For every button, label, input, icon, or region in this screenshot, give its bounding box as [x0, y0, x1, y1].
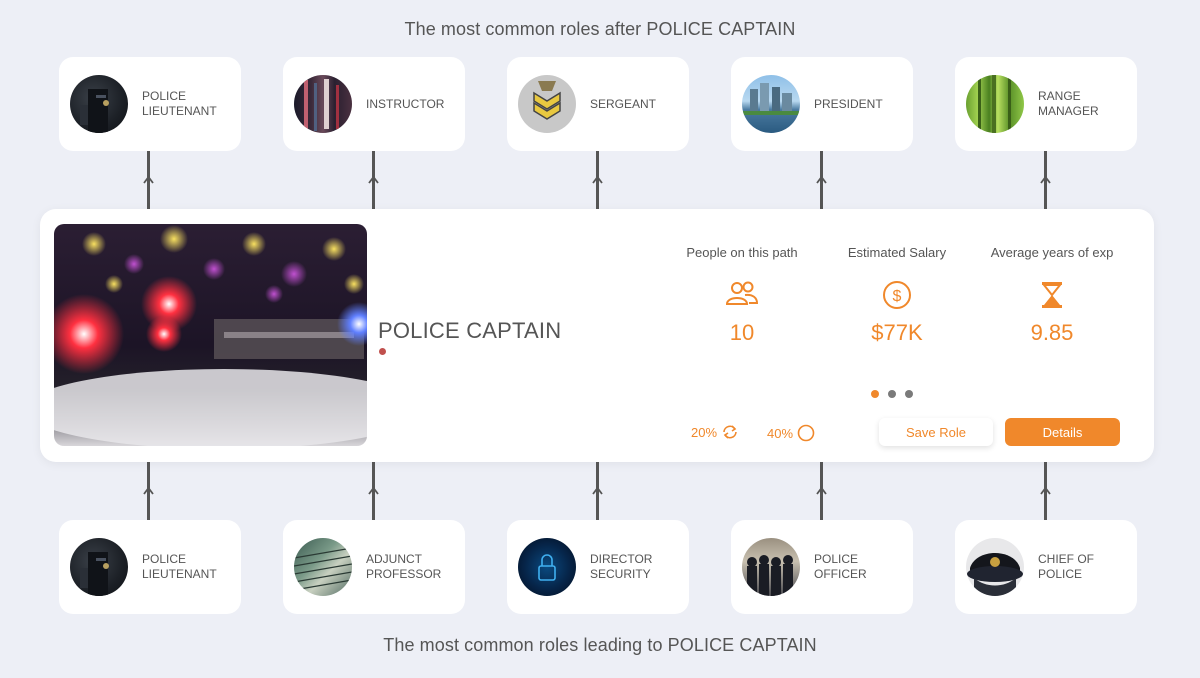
next-role-card-president[interactable]: PRESIDENT	[731, 57, 913, 151]
connector-line	[368, 151, 379, 209]
status-marker	[379, 348, 386, 355]
current-role-title: POLICE CAPTAIN	[378, 318, 562, 343]
arrow-up-icon	[143, 175, 154, 184]
prev-role-card-director-security[interactable]: DIRECTOR SECURITY	[507, 520, 689, 614]
prev-roles-heading: The most common roles leading to POLICE …	[383, 635, 817, 655]
role-image	[966, 75, 1024, 133]
role-label: SERGEANT	[590, 96, 657, 111]
arrow-up-icon	[143, 486, 154, 495]
prev-role-card-chief-of-police[interactable]: CHIEF OF POLICE	[955, 520, 1137, 614]
stat-value: 9.85	[1030, 320, 1074, 345]
next-role-card-range-manager[interactable]: RANGE MANAGER	[955, 57, 1137, 151]
role-image	[70, 75, 128, 133]
stat-label: People on this path	[686, 245, 798, 260]
carousel-dot[interactable]	[888, 390, 896, 398]
stat-label: Average years of exp	[990, 245, 1114, 260]
stat-label: Estimated Salary	[847, 245, 947, 260]
role-label: DIRECTOR SECURITY	[590, 552, 653, 581]
role-image	[742, 75, 800, 133]
connector-line	[816, 151, 827, 209]
connector-line	[592, 462, 603, 520]
arrow-up-icon	[592, 486, 603, 495]
role-hero-image	[54, 224, 367, 446]
carousel-dot[interactable]	[905, 390, 913, 398]
stat-value: $77K	[871, 320, 923, 345]
arrow-up-icon	[816, 175, 827, 184]
arrow-up-icon	[592, 175, 603, 184]
arrow-up-icon	[368, 175, 379, 184]
arrow-up-icon	[368, 486, 379, 495]
arrow-up-icon	[1040, 175, 1051, 184]
stat-salary: Estimated Salary $ $77K	[822, 245, 972, 346]
prev-role-card-adjunct-professor[interactable]: ADJUNCT PROFESSOR	[283, 520, 465, 614]
role-label: CHIEF OF POLICE	[1038, 552, 1094, 581]
connector-line	[592, 151, 603, 209]
save-role-button[interactable]: Save Role	[879, 418, 993, 446]
svg-text:$: $	[893, 288, 902, 305]
connector-line	[143, 151, 154, 209]
prev-role-card-police-lieutenant[interactable]: POLICE LIEUTENANT	[59, 520, 241, 614]
dollar-icon: $	[822, 280, 972, 310]
hourglass-icon	[977, 280, 1127, 310]
stat-value: 10	[729, 320, 755, 345]
metric-value: 40%	[767, 425, 794, 441]
role-label: RANGE MANAGER	[1038, 89, 1099, 118]
next-role-card-sergeant[interactable]: SERGEANT	[507, 57, 689, 151]
role-label: POLICE LIEUTENANT	[142, 89, 217, 118]
role-image	[518, 75, 576, 133]
next-role-card-instructor[interactable]: INSTRUCTOR	[283, 57, 465, 151]
role-label: PRESIDENT	[814, 96, 883, 111]
carousel-dots	[871, 390, 913, 398]
stat-experience: Average years of exp 9.85	[977, 245, 1127, 346]
metric-completion: 40%	[767, 424, 815, 442]
role-label: POLICE LIEUTENANT	[142, 552, 217, 581]
connector-line	[1040, 151, 1051, 209]
details-button[interactable]: Details	[1005, 418, 1120, 446]
arrow-up-icon	[1040, 486, 1051, 495]
role-image	[294, 75, 352, 133]
metric-growth: 20%	[691, 424, 739, 440]
carousel-dot[interactable]	[871, 390, 879, 398]
connector-line	[1040, 462, 1051, 520]
stat-people: People on this path 10	[667, 245, 817, 346]
connector-line	[143, 462, 154, 520]
role-label: POLICE OFFICER	[814, 552, 867, 581]
role-image	[518, 538, 576, 596]
role-image	[966, 538, 1024, 596]
arrow-up-icon	[816, 486, 827, 495]
role-label: ADJUNCT PROFESSOR	[366, 552, 442, 581]
metric-value: 20%	[691, 424, 718, 440]
refresh-icon	[723, 425, 737, 439]
next-roles-heading: The most common roles after POLICE CAPTA…	[404, 19, 796, 39]
role-image	[70, 538, 128, 596]
people-icon	[667, 280, 817, 310]
prev-role-card-police-officer[interactable]: POLICE OFFICER	[731, 520, 913, 614]
role-label: INSTRUCTOR	[366, 96, 445, 111]
connector-line	[816, 462, 827, 520]
role-image	[294, 538, 352, 596]
role-image	[742, 538, 800, 596]
current-role-card: POLICE CAPTAIN People on this path 10 Es…	[40, 209, 1154, 462]
circle-icon	[797, 424, 815, 442]
connector-line	[368, 462, 379, 520]
next-role-card-police-lieutenant[interactable]: POLICE LIEUTENANT	[59, 57, 241, 151]
